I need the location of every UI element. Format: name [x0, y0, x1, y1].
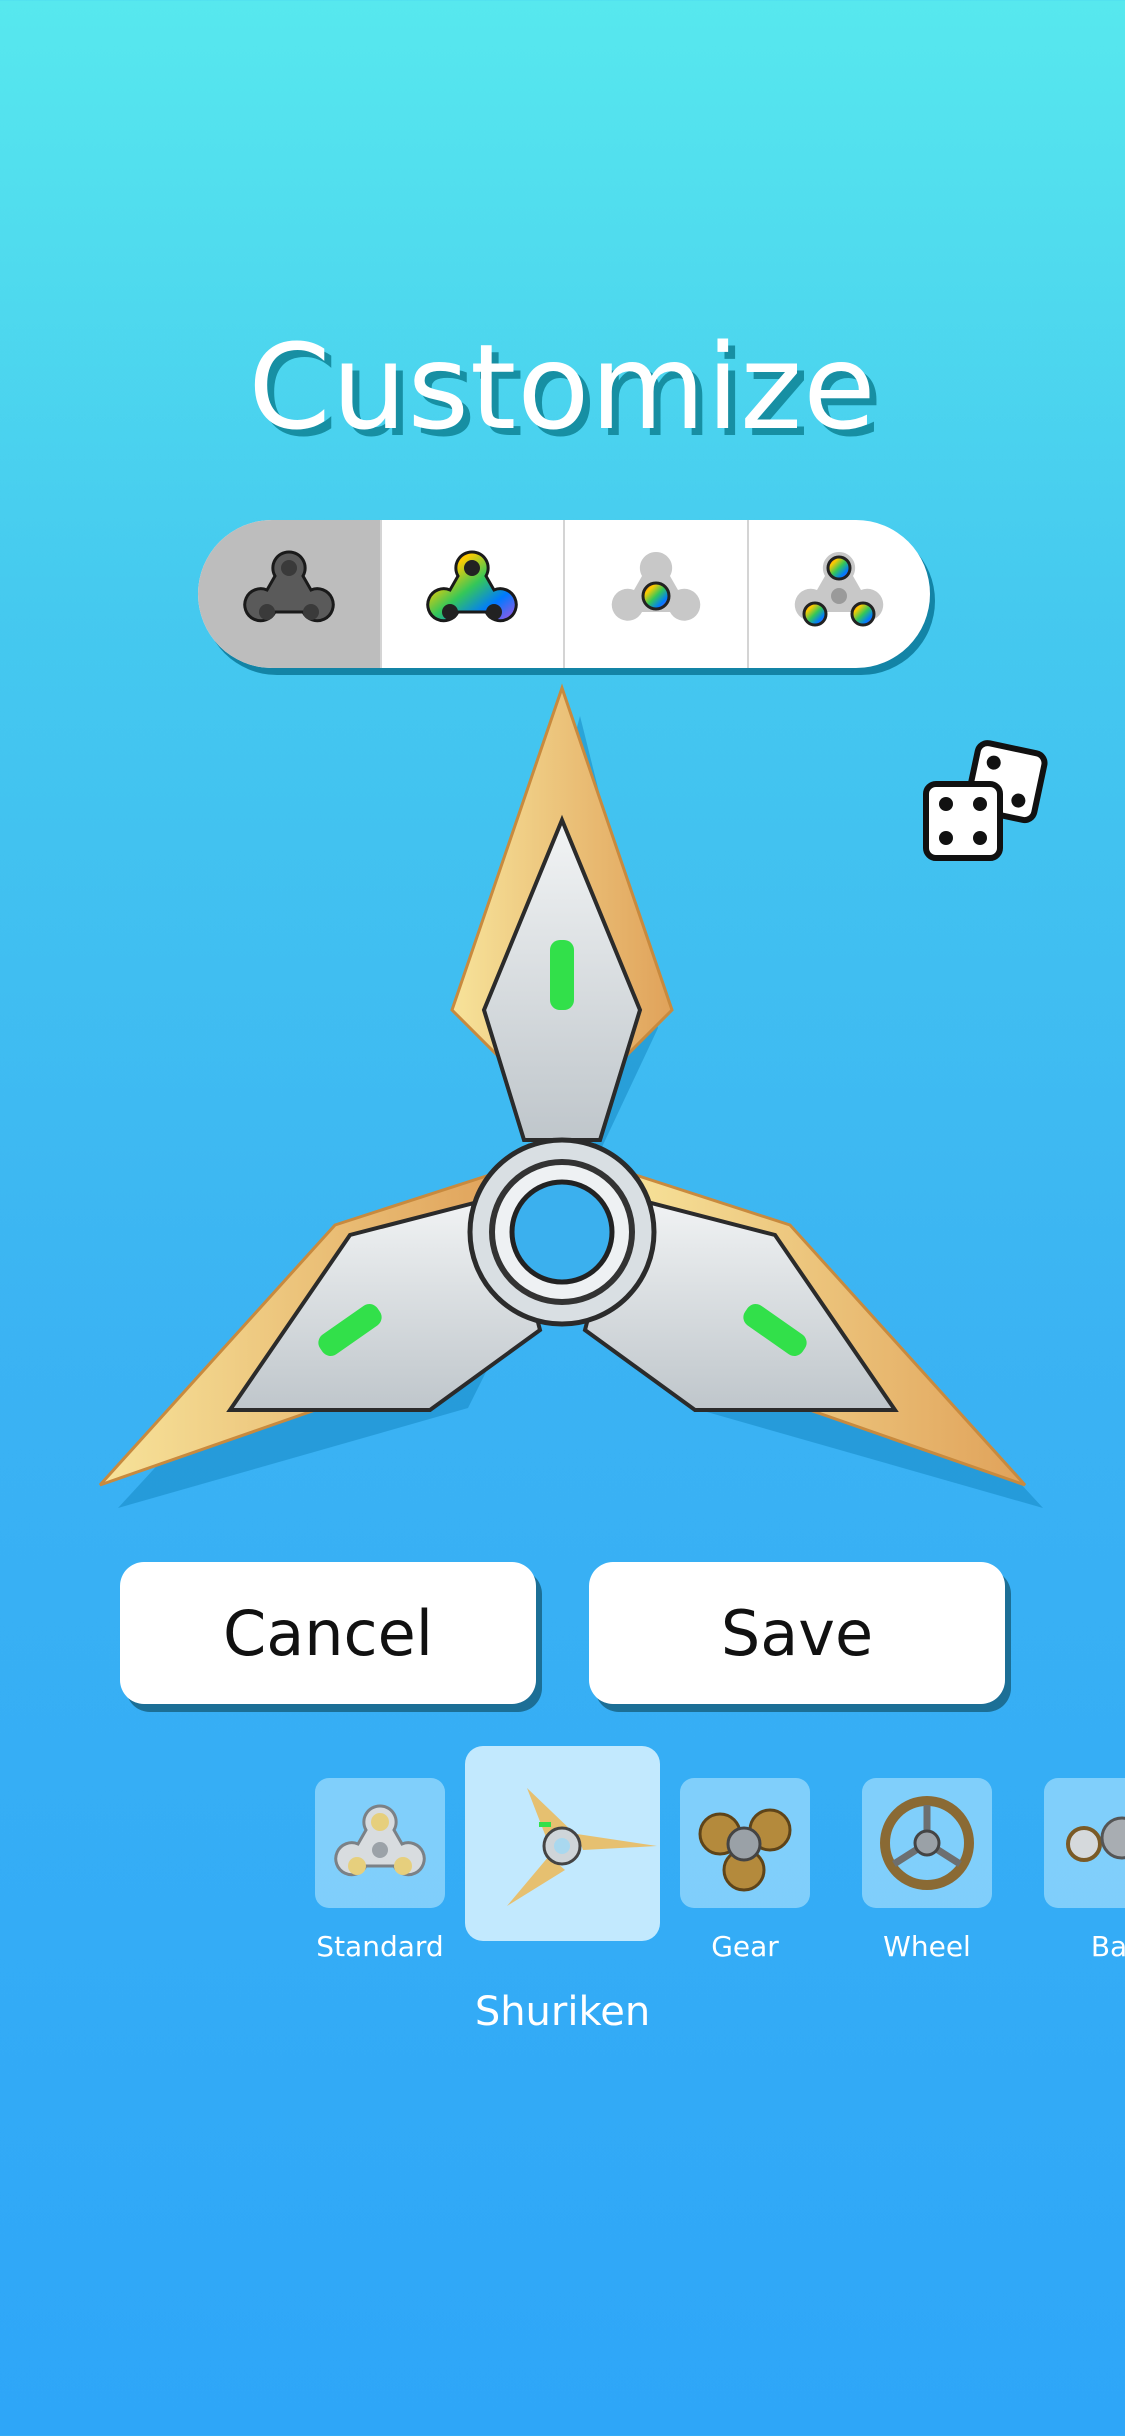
- spinner-option-standard[interactable]: Standard: [315, 1778, 445, 1963]
- spinner-option-partial[interactable]: Ba: [1044, 1778, 1125, 1963]
- page-title: Customize: [248, 318, 877, 456]
- tab-rainbow-center[interactable]: [563, 520, 747, 668]
- spinner-carousel[interactable]: Standard Shuriken Gear Wheel Ba: [0, 1740, 1125, 2040]
- spinner-label: Ba: [1090, 1930, 1125, 1963]
- rainbow-center-icon: [611, 551, 701, 621]
- spinner-label: Gear: [711, 1930, 779, 1963]
- spinner-label: Shuriken: [474, 1989, 651, 2035]
- style-tabs: [198, 520, 930, 668]
- spinner-label: Standard: [316, 1930, 444, 1963]
- tab-rainbow[interactable]: [379, 520, 564, 668]
- blade-top: [450, 683, 674, 1142]
- wheel-spinner-icon: [880, 1796, 974, 1890]
- spinner-option-shuriken[interactable]: Shuriken: [465, 1746, 660, 2035]
- spinner-label: Wheel: [883, 1930, 971, 1963]
- gear-spinner-icon: [698, 1808, 792, 1892]
- standard-spinner-icon: [334, 1804, 426, 1877]
- rainbow-spinner-icon: [426, 550, 518, 623]
- plain-spinner-icon: [243, 550, 335, 623]
- shuriken-spinner-preview[interactable]: [0, 660, 1125, 1560]
- shuriken-spinner-icon: [507, 1788, 657, 1906]
- spinner-option-gear[interactable]: Gear: [680, 1778, 810, 1963]
- partial-spinner-icon: [1066, 1816, 1125, 1862]
- spinner-option-wheel[interactable]: Wheel: [862, 1778, 992, 1963]
- cancel-button[interactable]: Cancel: [120, 1562, 536, 1704]
- rainbow-bearings-icon: [794, 551, 884, 627]
- tab-rainbow-bearings[interactable]: [746, 520, 931, 668]
- tab-plain[interactable]: [198, 520, 380, 668]
- save-button[interactable]: Save: [589, 1562, 1005, 1704]
